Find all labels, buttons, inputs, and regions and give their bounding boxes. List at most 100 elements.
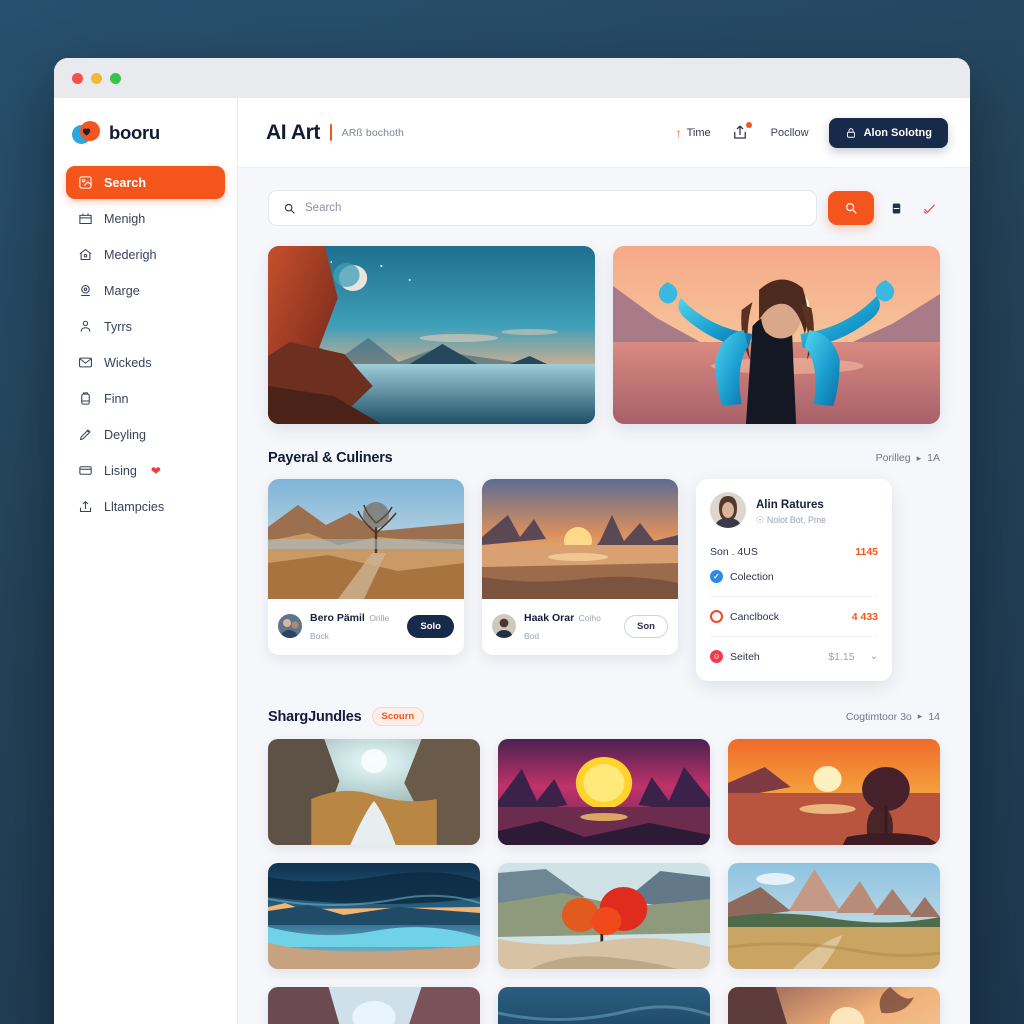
sidebar-item-finn[interactable]: Finn [66,382,225,415]
feature-card-action-button[interactable]: Solo [407,614,454,638]
header-actions: ↑ Time Pocllow Alon Solotng [676,117,948,148]
home-icon [78,247,93,262]
sidebar-item-lltampcies[interactable]: Lltampcies [66,490,225,523]
sidebar-item-tyrrs[interactable]: Tyrrs [66,310,225,343]
sidebar-label: Tyrrs [104,319,132,334]
profile-row-label: Colection [730,570,774,583]
avatar [710,492,746,528]
divider [710,596,878,597]
check-done-icon[interactable] [918,197,940,219]
sidebar-item-mederigh[interactable]: Mederigh [66,238,225,271]
smiley-icon: ☺ [710,650,723,663]
chevron-right-icon: ▸ [916,452,922,463]
window-body: booru Search Menigh Mederigh Marge Tyrrs… [54,98,970,1024]
search-submit-button[interactable] [828,191,874,225]
profile-row-value: $1.15 [828,650,855,663]
booru-logo-icon [72,120,100,146]
brand-name: booru [109,122,160,143]
sidebar-item-lising[interactable]: Lising ❤ [66,454,225,487]
profile-row-value: 1145 [855,546,878,558]
at-icon: ☉ [756,514,764,525]
sidebar-item-menigh[interactable]: Menigh [66,202,225,235]
sidebar-item-search[interactable]: Search [66,166,225,199]
lock-icon [846,127,855,138]
gallery-item-night-clouds-sea[interactable] [498,987,710,1024]
section-badge: Scourn [371,707,425,726]
sidebar-item-deyling[interactable]: Deyling [66,418,225,451]
sidebar-label: Mederigh [104,247,157,262]
featured-section-header: Payeral & Culiners Porilleg ▸ 1A [268,450,940,466]
page-content: Payeral & Culiners Porilleg ▸ 1A [238,168,970,1024]
gallery-section-header: ShargJundles Scourn Cogtimtoor 3o ▸ 14 [268,707,940,726]
feature-card-name: Haak Orar [524,612,575,624]
database-icon[interactable] [885,197,907,219]
sidebar-item-wickeds[interactable]: Wickeds [66,346,225,379]
window-titlebar [54,58,970,98]
minimize-button[interactable] [91,72,102,84]
chevron-down-icon[interactable]: ⌄ [870,651,878,662]
maximize-button[interactable] [110,72,121,84]
section-meta-label: Cogtimtoor 3o [845,710,912,723]
sidebar-label: Deyling [104,427,146,442]
gallery-item-purple-sunset-peaks[interactable] [498,739,710,845]
section-meta[interactable]: Porilleg ▸ 1A [876,452,940,464]
feature-card[interactable]: Haak Orar Colho Bod Son [482,479,678,655]
envelope-icon [78,355,93,370]
gallery-item-warm-cliff-tree[interactable] [728,987,940,1024]
page-title: AI Art [266,120,320,144]
hero-row [268,246,940,424]
card-icon [78,463,93,478]
feature-card[interactable]: Bero Pämil Orille Bock Solo [268,479,464,655]
store-icon [78,211,93,226]
gallery-item-orange-sunset-tree-lake[interactable] [728,739,940,845]
pocllow-link[interactable]: Pocllow [771,127,809,139]
sidebar-nav: Search Menigh Mederigh Marge Tyrrs Wicke… [66,166,225,523]
hero-card-woman-blue-jacket-sunset[interactable] [613,246,940,424]
section-title: ShargJundles [268,708,362,725]
profile-header: Alin Ratures ☉ Nolot Bot, Pme [710,492,878,540]
feature-row: Bero Pämil Orille Bock Solo Haak Orar Co… [268,479,940,681]
profile-row-seiteh[interactable]: ☺ Seiteh $1.15 ⌄ [710,644,878,669]
profile-handle-text: Nolot Bot, Pme [766,515,827,525]
brand[interactable]: booru [66,116,225,166]
chevron-right-icon: ▸ [917,711,923,721]
hero-card-red-canyon-moon-lake[interactable] [268,246,595,424]
profile-row-stat[interactable]: Son . 4US 1145 [710,540,878,564]
profile-row-collection[interactable]: ✓ Colection [710,564,878,589]
time-link[interactable]: ↑ Time [676,127,711,139]
sidebar-label: Search [104,175,147,190]
feature-card-action-button[interactable]: Son [624,614,668,638]
feature-card-meta: Haak Orar Colho Bod Son [482,599,678,655]
gallery-item-red-autumn-tree-valley[interactable] [498,863,710,969]
feature-card-meta: Bero Pämil Orille Bock Solo [268,599,464,655]
sidebar-item-marge[interactable]: Marge [66,274,225,307]
bag-icon [78,391,93,406]
gallery-item-golden-grass-peaks[interactable] [728,863,940,969]
share-upload-icon[interactable] [731,121,752,143]
title-divider [330,124,332,141]
user-icon [78,319,93,334]
sidebar: booru Search Menigh Mederigh Marge Tyrrs… [54,98,238,1024]
gallery-item-canyon-light-beam[interactable] [268,987,480,1024]
alon-soloting-button[interactable]: Alon Solotng [828,117,948,148]
profile-row-value: 4 433 [851,610,878,623]
search-input[interactable] [305,202,802,214]
gallery-item-blue-beach-dusk[interactable] [268,863,480,969]
avatar [492,614,516,638]
cta-label: Alon Solotng [863,126,932,139]
gallery-item-green-canyon-river[interactable] [268,739,480,845]
section-title: Payeral & Culiners [268,450,393,466]
sidebar-label: Finn [104,391,129,406]
close-button[interactable] [72,72,83,84]
profile-row-label: Son . 4US [710,546,758,558]
section-meta-count: 1A [927,452,940,464]
profile-row-label: Seiteh [730,650,760,663]
section-meta[interactable]: Cogtimtoor 3o ▸ 14 [846,711,940,723]
sidebar-label: Marge [104,283,140,298]
sunset-beach-rocks-thumb [482,479,678,599]
magnifier-icon [846,203,857,214]
profile-row-canclbock[interactable]: Canclbock 4 433 [710,604,878,629]
search-box[interactable] [268,190,817,226]
pen-icon [78,427,93,442]
main-area: AI Art ARß bochoth ↑ Time Pocllow Alon S… [238,98,970,1024]
